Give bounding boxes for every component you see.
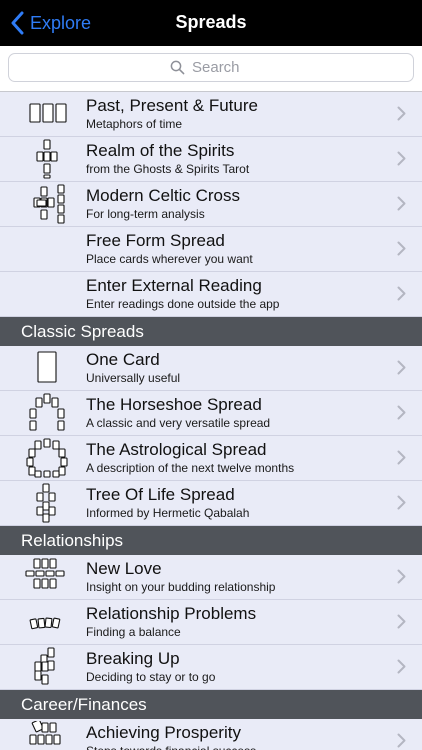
- spread-subtitle: Place cards wherever you want: [86, 252, 253, 266]
- relationship-problems-icon: [29, 617, 61, 630]
- chevron-right-icon: [397, 614, 406, 629]
- section-header: Relationships: [0, 526, 422, 555]
- celtic-cross-icon: [33, 184, 65, 224]
- spread-row-astro[interactable]: The Astrological Spread A description of…: [0, 436, 422, 481]
- spread-title: The Astrological Spread: [86, 440, 267, 459]
- spread-title: Free Form Spread: [86, 231, 225, 250]
- new-love-icon: [25, 558, 65, 589]
- horseshoe-icon: [29, 393, 65, 431]
- chevron-right-icon: [397, 569, 406, 584]
- spread-row-prosperity[interactable]: Achieving Prosperity Steps towards finan…: [0, 719, 422, 750]
- chevron-right-icon: [397, 241, 406, 256]
- chevron-right-icon: [397, 151, 406, 166]
- spread-title: Enter External Reading: [86, 276, 262, 295]
- spread-title: One Card: [86, 350, 160, 369]
- chevron-right-icon: [397, 286, 406, 301]
- chevron-right-icon: [397, 495, 406, 510]
- spread-subtitle: from the Ghosts & Spirits Tarot: [86, 162, 250, 176]
- spread-title: Relationship Problems: [86, 604, 257, 623]
- spreads-list: Past, Present & Future Metaphors of time…: [0, 92, 422, 750]
- spread-row-onecard[interactable]: One Card Universally useful: [0, 346, 422, 391]
- chevron-right-icon: [397, 659, 406, 674]
- spread-title: Tree Of Life Spread: [86, 485, 235, 504]
- spread-row-external[interactable]: Enter External Reading Enter readings do…: [0, 272, 422, 317]
- spread-subtitle: A classic and very versatile spread: [86, 416, 271, 430]
- spread-row-celtic[interactable]: Modern Celtic Cross For long-term analys…: [0, 182, 422, 227]
- spread-title: Realm of the Spirits: [86, 141, 235, 160]
- spread-title: Achieving Prosperity: [86, 723, 241, 742]
- tree-of-life-icon: [36, 483, 56, 523]
- spread-subtitle: For long-term analysis: [86, 207, 205, 221]
- spread-title: Breaking Up: [86, 649, 180, 668]
- spread-subtitle: Deciding to stay or to go: [86, 670, 216, 684]
- search-bar: [0, 46, 422, 92]
- chevron-right-icon: [397, 450, 406, 465]
- spread-row-newlove[interactable]: New Love Insight on your budding relatio…: [0, 555, 422, 600]
- chevron-right-icon: [397, 733, 406, 748]
- page-title: Spreads: [175, 12, 247, 32]
- spread-title: The Horseshoe Spread: [86, 395, 262, 414]
- chevron-right-icon: [397, 196, 406, 211]
- navigation-bar: Explore Spreads: [0, 0, 422, 46]
- spread-row-relprob[interactable]: Relationship Problems Finding a balance: [0, 600, 422, 645]
- chevron-right-icon: [397, 360, 406, 375]
- search-icon: [170, 60, 185, 75]
- spread-subtitle: Metaphors of time: [86, 117, 183, 131]
- section-header: Career/Finances: [0, 690, 422, 719]
- spread-subtitle: Universally useful: [86, 371, 181, 385]
- chevron-right-icon: [397, 106, 406, 121]
- prosperity-icon: [29, 721, 61, 745]
- spread-subtitle: Finding a balance: [86, 625, 181, 639]
- spread-title: Modern Celtic Cross: [86, 186, 240, 205]
- chevron-right-icon: [397, 405, 406, 420]
- spread-row-realm[interactable]: Realm of the Spirits from the Ghosts & S…: [0, 137, 422, 182]
- section-header: Classic Spreads: [0, 317, 422, 346]
- breaking-up-icon: [34, 647, 55, 685]
- single-card-icon: [37, 351, 57, 383]
- search-field[interactable]: [8, 53, 414, 82]
- spread-title: Past, Present & Future: [86, 96, 258, 115]
- spread-subtitle: Enter readings done outside the app: [86, 297, 280, 311]
- spread-row-breakup[interactable]: Breaking Up Deciding to stay or to go: [0, 645, 422, 690]
- search-input[interactable]: [192, 59, 252, 76]
- spread-row-freeform[interactable]: Free Form Spread Place cards wherever yo…: [0, 227, 422, 272]
- three-cards-icon: [29, 103, 67, 123]
- spread-subtitle: Steps towards financial success: [86, 744, 256, 750]
- spread-row-tol[interactable]: Tree Of Life Spread Informed by Hermetic…: [0, 481, 422, 526]
- spread-subtitle: A description of the next twelve months: [86, 461, 295, 475]
- spread-row-ppf[interactable]: Past, Present & Future Metaphors of time: [0, 92, 422, 137]
- spirits-cross-icon: [36, 139, 58, 179]
- astrological-circle-icon: [26, 438, 68, 478]
- spread-row-horseshoe[interactable]: The Horseshoe Spread A classic and very …: [0, 391, 422, 436]
- spread-title: New Love: [86, 559, 162, 578]
- spread-subtitle: Informed by Hermetic Qabalah: [86, 506, 250, 520]
- spread-subtitle: Insight on your budding relationship: [86, 580, 276, 594]
